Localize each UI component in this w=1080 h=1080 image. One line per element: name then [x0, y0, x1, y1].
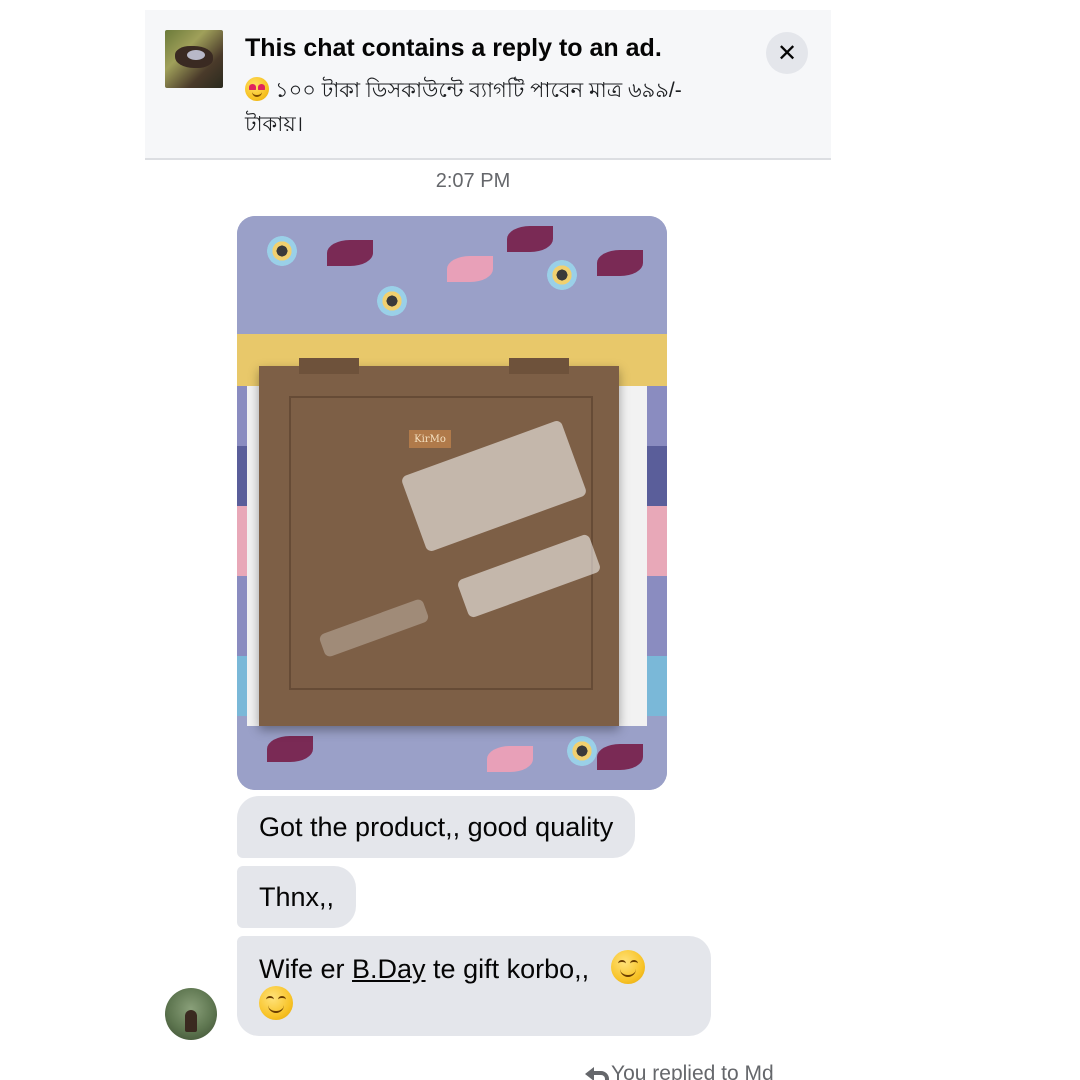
smiling-face-icon	[259, 986, 293, 1020]
message-bubble[interactable]: Thnx,,	[237, 866, 357, 928]
photo-message[interactable]: KirMo	[237, 216, 667, 790]
ad-snippet-text: ১০০ টাকা ডিসকাউন্টে ব্যাগটি পাবেন মাত্র …	[245, 79, 682, 136]
ad-banner-title: This chat contains a reply to an ad.	[245, 34, 662, 62]
message-timestamp: 2:07 PM	[145, 170, 831, 193]
timestamp-text: 2:07 PM	[435, 170, 511, 192]
flower-pattern	[547, 260, 577, 290]
close-banner-button[interactable]: ✕	[766, 32, 808, 74]
message-text: Wife er	[259, 954, 353, 984]
leaf-pattern	[487, 746, 533, 772]
smiling-face-icon	[610, 950, 645, 984]
leaf-pattern	[507, 226, 553, 252]
heart-eyes-emoji-icon	[245, 77, 269, 101]
message-bubble[interactable]: Wife er B.Day te gift korbo,,	[237, 936, 711, 1036]
bag-brand-label: KirMo	[409, 430, 451, 448]
chat-screen: This chat contains a reply to an ad. ১০০…	[145, 10, 831, 1080]
reply-indicator: You replied to Md	[585, 1062, 774, 1080]
avatar-person-shape	[185, 1010, 197, 1032]
product-bag: KirMo	[259, 358, 619, 726]
leaf-pattern	[597, 744, 643, 770]
reply-arrow-icon	[585, 1066, 609, 1080]
flower-pattern	[567, 736, 597, 766]
bag-handle	[509, 358, 569, 374]
flower-pattern	[267, 236, 297, 266]
bag-handle	[299, 358, 359, 374]
ad-snippet: ১০০ টাকা ডিসকাউন্টে ব্যাগটি পাবেন মাত্র …	[245, 74, 745, 142]
reply-indicator-text: You replied to Md	[611, 1062, 774, 1080]
leaf-pattern	[327, 240, 373, 266]
ad-thumbnail[interactable]	[165, 30, 223, 88]
leaf-pattern	[597, 250, 643, 276]
thumbnail-highlight	[187, 50, 205, 60]
sender-avatar[interactable]	[165, 988, 217, 1040]
ad-reply-banner: This chat contains a reply to an ad. ১০০…	[145, 10, 831, 160]
message-text: te gift korbo,,	[425, 954, 590, 984]
leaf-pattern	[267, 736, 313, 762]
message-link[interactable]: B.Day	[352, 954, 426, 984]
leaf-pattern	[447, 256, 493, 282]
flower-pattern	[377, 286, 407, 316]
message-bubble[interactable]: Got the product,, good quality	[237, 796, 636, 858]
